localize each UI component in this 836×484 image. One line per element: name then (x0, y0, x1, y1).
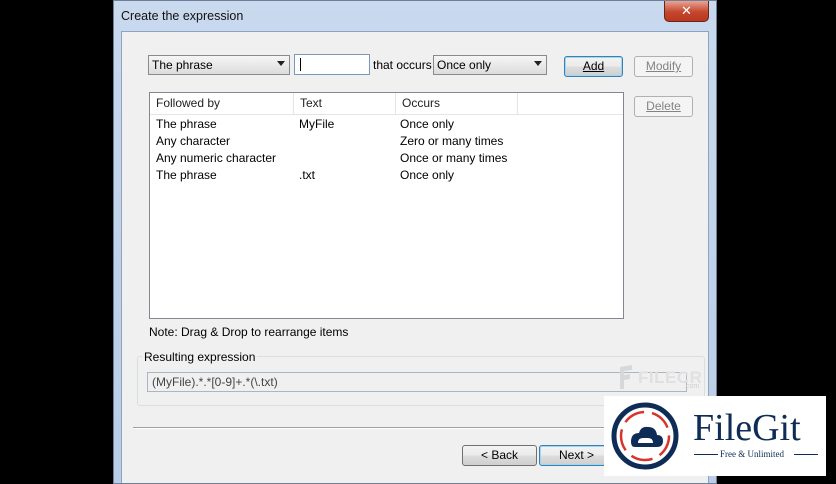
title-bar: Create the expression ✕ (114, 1, 716, 31)
result-expression-value: (MyFile).*.*[0-9]+.*(\.txt) (152, 375, 278, 389)
modify-button-label: Modify (645, 59, 682, 73)
cell-text (293, 150, 299, 167)
cell-followed-by: The phrase (156, 168, 217, 182)
delete-button[interactable]: Delete (634, 96, 693, 117)
cell-occurs: Once only (400, 117, 455, 131)
result-label: Resulting expression (142, 350, 258, 364)
dropdown-arrow-icon (277, 61, 285, 66)
cell-followed-by: Any numeric character (156, 151, 277, 165)
next-button-label: Next > (558, 448, 594, 462)
add-button-label: Add (582, 59, 605, 73)
list-item[interactable]: The phrase MyFile Once only (150, 116, 623, 133)
filecr-subtext: .com (684, 383, 700, 390)
list-item[interactable]: Any character Zero or many times (150, 133, 623, 150)
next-button[interactable]: Next > (539, 445, 614, 466)
phrase-type-dropdown[interactable]: The phrase (148, 55, 290, 75)
dropdown-arrow-icon (534, 61, 542, 66)
modify-button[interactable]: Modify (634, 56, 693, 77)
back-button[interactable]: < Back (462, 445, 537, 466)
delete-button-label: Delete (646, 99, 681, 113)
occurrence-value: Once only (437, 58, 492, 72)
occurrence-dropdown[interactable]: Once only (433, 55, 547, 75)
column-header-occurs[interactable]: Occurs (396, 93, 518, 114)
close-button[interactable]: ✕ (664, 1, 709, 22)
tagline-rule-left (694, 454, 718, 455)
filegit-name: FileGit (693, 407, 801, 449)
filegit-tagline: Free & Unlimited (720, 449, 784, 459)
cell-text: .txt (299, 168, 316, 182)
cell-followed-by: Any character (156, 134, 231, 148)
expression-list[interactable]: Followed by Text Occurs The phrase MyFil… (149, 92, 624, 319)
back-button-label: < Back (480, 448, 519, 462)
list-item[interactable]: The phrase .txt Once only (150, 167, 623, 184)
cell-text: MyFile (299, 117, 335, 131)
list-header: Followed by Text Occurs (150, 93, 623, 115)
filecr-logo-icon (620, 365, 632, 389)
text-cursor (300, 58, 301, 71)
filegit-watermark: FileGit Free & Unlimited (604, 396, 826, 476)
tagline-rule-right (794, 454, 818, 455)
add-button[interactable]: Add (564, 56, 623, 77)
close-icon: ✕ (681, 3, 692, 18)
cell-followed-by: The phrase (156, 117, 217, 131)
cell-occurs: Zero or many times (400, 134, 504, 148)
that-occurs-label: that occurs (373, 58, 432, 72)
filecr-watermark: FILECR .com (612, 363, 707, 391)
list-item[interactable]: Any numeric character Once or many times (150, 150, 623, 167)
cell-text (293, 133, 299, 150)
result-expression-field[interactable]: (MyFile).*.*[0-9]+.*(\.txt) (147, 372, 687, 392)
column-header-text[interactable]: Text (294, 93, 396, 114)
column-header-followed-by[interactable]: Followed by (150, 93, 294, 114)
text-input[interactable] (294, 54, 370, 75)
window-title: Create the expression (121, 9, 244, 23)
filegit-logo-icon (611, 402, 679, 470)
drag-drop-note: Note: Drag & Drop to rearrange items (149, 325, 349, 339)
cell-occurs: Once or many times (400, 151, 508, 165)
cell-occurs: Once only (400, 168, 455, 182)
phrase-type-value: The phrase (152, 58, 213, 72)
